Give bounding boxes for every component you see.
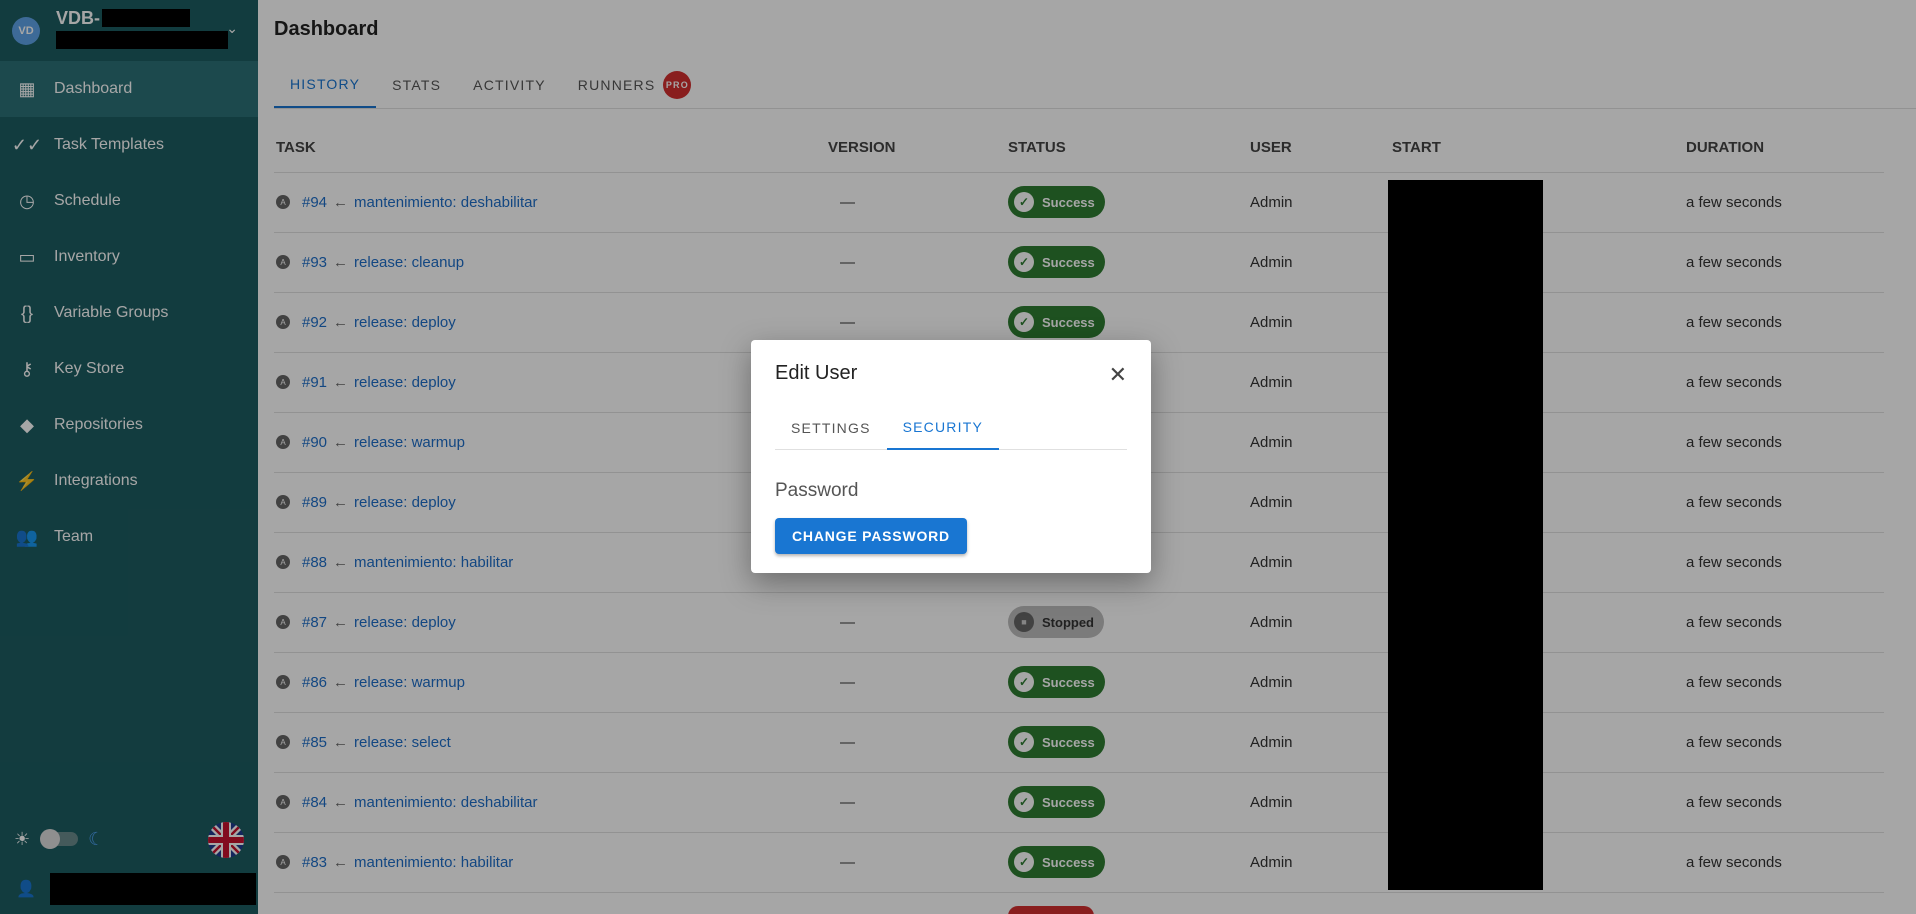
close-icon[interactable]: ✕ xyxy=(1109,362,1127,388)
change-password-button[interactable]: CHANGE PASSWORD xyxy=(775,518,967,554)
dialog-tabs: SETTINGS SECURITY xyxy=(775,406,1127,450)
password-label: Password xyxy=(775,480,859,501)
tab-settings[interactable]: SETTINGS xyxy=(775,406,887,450)
tab-security[interactable]: SECURITY xyxy=(886,406,999,450)
dialog-title: Edit User xyxy=(775,362,858,384)
edit-user-dialog: Edit User ✕ SETTINGS SECURITY Password C… xyxy=(751,340,1151,573)
